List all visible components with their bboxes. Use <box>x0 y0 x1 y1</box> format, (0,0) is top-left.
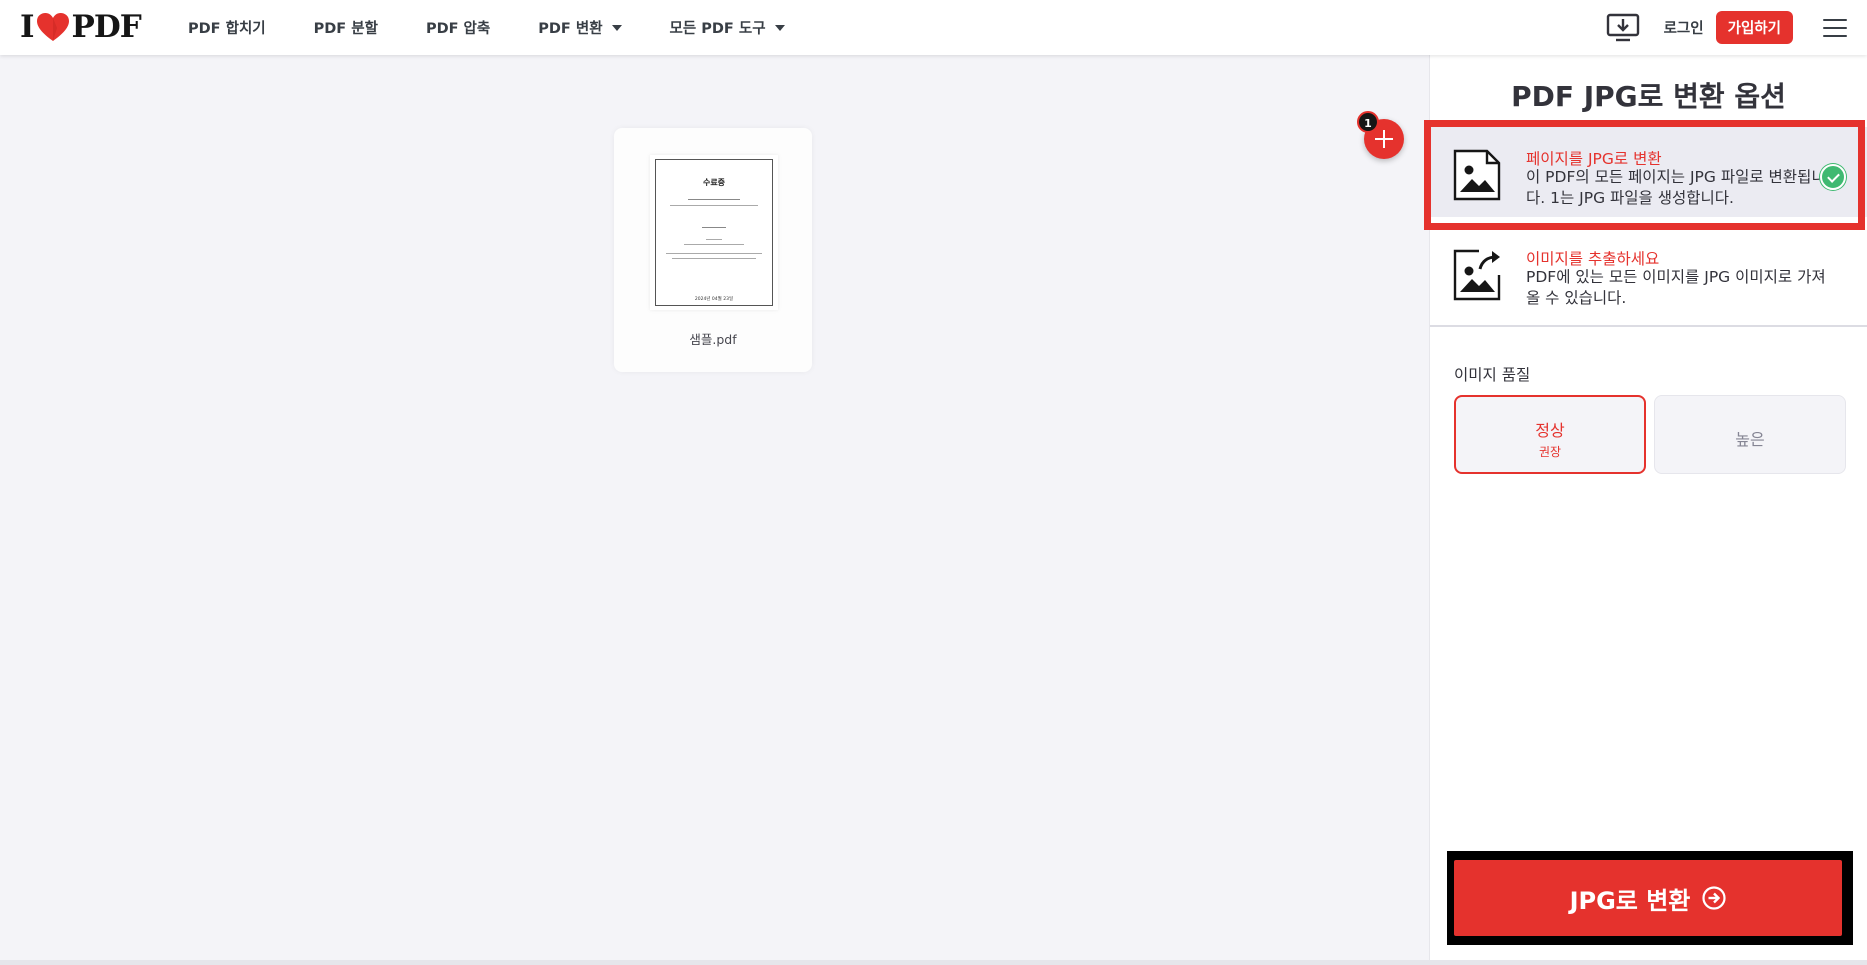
image-file-icon <box>1453 149 1501 201</box>
option-description: PDF에 있는 모든 이미지를 JPG 이미지로 가져올 수 있습니다. <box>1526 268 1826 307</box>
thumbnail-text-line <box>666 253 762 254</box>
quality-normal-label: 정상 <box>1535 421 1565 440</box>
section-divider <box>1430 325 1867 327</box>
file-name: 샘플.pdf <box>689 332 737 347</box>
quality-recommended-label: 권장 <box>1538 445 1562 459</box>
burger-line <box>1823 18 1847 21</box>
thumbnail-text-line <box>670 205 758 206</box>
nav-all-tools-label: 모든 PDF 도구 <box>669 21 766 37</box>
image-extract-icon <box>1453 249 1501 301</box>
option-extract-images[interactable]: 이미지를 추출하세요 PDF에 있는 모든 이미지를 JPG 이미지로 가져올 … <box>1430 227 1867 317</box>
desktop-download-icon[interactable] <box>1606 13 1640 43</box>
signup-button[interactable]: 가입하기 <box>1715 11 1793 44</box>
option-description: 이 PDF의 모든 페이지는 JPG 파일로 변환됩니다. 1는 JPG 파일을… <box>1526 168 1826 207</box>
login-link[interactable]: 로그인 <box>1664 17 1704 38</box>
nav-merge-label: PDF 합치기 <box>188 21 266 37</box>
arrow-circle-right-icon <box>1702 886 1727 910</box>
burger-line <box>1823 26 1847 29</box>
quality-high-button[interactable]: 높은 <box>1654 395 1846 474</box>
thumbnail-date: 2024년 04월 23일 <box>694 297 734 302</box>
option-title: 이미지를 추출하세요 <box>1526 250 1660 268</box>
main-nav: PDF 합치기 PDF 분할 PDF 압축 PDF 변환 모든 PDF 도구 <box>188 0 833 55</box>
nav-merge-pdf[interactable]: PDF 합치기 <box>188 17 266 38</box>
quality-high-label: 높은 <box>1735 430 1765 449</box>
thumbnail-title: 수료증 <box>702 178 726 187</box>
pdf-thumbnail: 수료증 2024년 04월 23일 <box>650 155 778 310</box>
nav-all-tools[interactable]: 모든 PDF 도구 <box>670 17 785 38</box>
thumbnail-text-line <box>672 258 756 259</box>
thumbnail-text-line <box>688 199 740 200</box>
logo-text-pdf: PDF <box>71 9 142 45</box>
check-icon <box>1820 164 1846 190</box>
file-count-badge: 1 <box>1357 111 1379 133</box>
logo-text-i: I <box>20 9 34 45</box>
options-sidebar: PDF JPG로 변환 옵션 페이지를 JPG로 변환 이 PDF의 모든 페이… <box>1429 55 1867 960</box>
nav-split-pdf[interactable]: PDF 분할 <box>314 17 378 38</box>
image-quality-label: 이미지 품질 <box>1454 366 1531 384</box>
nav-split-label: PDF 분할 <box>313 21 378 37</box>
hamburger-menu-icon[interactable] <box>1823 18 1847 37</box>
quality-normal-button[interactable]: 정상 권장 <box>1454 395 1646 474</box>
header-actions: 로그인 가입하기 <box>1606 0 1867 55</box>
file-card[interactable]: 수료증 2024년 04월 23일 샘플.pdf <box>614 128 812 372</box>
thumbnail-text-line <box>706 239 722 240</box>
nav-convert-label: PDF 변환 <box>538 21 603 37</box>
nav-compress-label: PDF 압축 <box>425 21 491 37</box>
thumbnail-text-line <box>702 227 726 228</box>
convert-to-jpg-button[interactable]: JPG로 변환 <box>1454 860 1842 936</box>
top-header: I PDF PDF 합치기 PDF 분할 PDF 압축 PDF 변환 모든 PD… <box>0 0 1867 55</box>
file-workspace: 수료증 2024년 04월 23일 샘플.pdf 1 <box>0 55 1429 960</box>
thumbnail-text-line <box>684 244 744 245</box>
option-pages-to-jpg[interactable]: 페이지를 JPG로 변환 이 PDF의 모든 페이지는 JPG 파일로 변환됩니… <box>1430 127 1867 217</box>
caret-down-icon <box>774 24 785 31</box>
convert-button-label: JPG로 변환 <box>1569 886 1691 915</box>
nav-compress-pdf[interactable]: PDF 압축 <box>426 17 490 38</box>
caret-down-icon <box>611 24 622 31</box>
page-bottom-border <box>0 960 1867 965</box>
nav-convert-pdf[interactable]: PDF 변환 <box>538 17 622 38</box>
ilovepdf-logo[interactable]: I PDF <box>20 9 142 45</box>
burger-line <box>1823 34 1847 37</box>
option-title: 페이지를 JPG로 변환 <box>1526 150 1662 168</box>
sidebar-title: PDF JPG로 변환 옵션 <box>1511 80 1786 113</box>
heart-icon <box>36 13 69 41</box>
